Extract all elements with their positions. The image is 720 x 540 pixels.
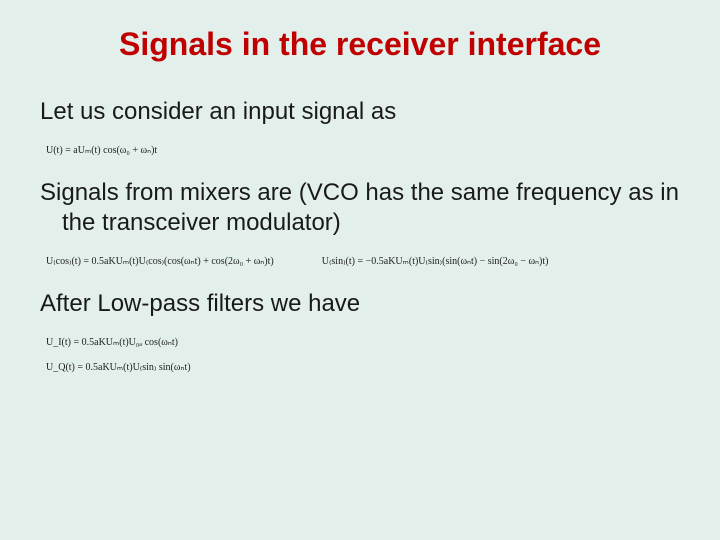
equation-mixer-sin: U₍sin₎(t) = −0.5aKUₘ(t)U₍sin₎(sin(ωₙt) −… <box>322 256 549 267</box>
equation-mixers-row: U₍cos₎(t) = 0.5aKUₘ(t)U₍cos₎(cos(ωₙt) + … <box>46 256 680 267</box>
equation-lpf-q: U_Q(t) = 0.5aKUₘ(t)U₍sin₎ sin(ωₙt) <box>46 362 680 373</box>
paragraph-1: Let us consider an input signal as <box>40 97 680 127</box>
equation-lpf-i: U_I(t) = 0.5aKUₘ(t)U₀ₐ cos(ωₙt) <box>46 337 680 348</box>
paragraph-3: After Low-pass filters we have <box>40 289 680 319</box>
slide-title: Signals in the receiver interface <box>40 26 680 63</box>
equation-mixer-cos: U₍cos₎(t) = 0.5aKUₘ(t)U₍cos₎(cos(ωₙt) + … <box>46 256 274 267</box>
equation-input-signal: U(t) = aUₘ(t) cos(ω₀ + ωₙ)t <box>46 145 680 156</box>
equation-lpf-group: U_I(t) = 0.5aKUₘ(t)U₀ₐ cos(ωₙt) U_Q(t) =… <box>46 337 680 373</box>
paragraph-2: Signals from mixers are (VCO has the sam… <box>40 178 680 238</box>
slide: Signals in the receiver interface Let us… <box>0 0 720 540</box>
